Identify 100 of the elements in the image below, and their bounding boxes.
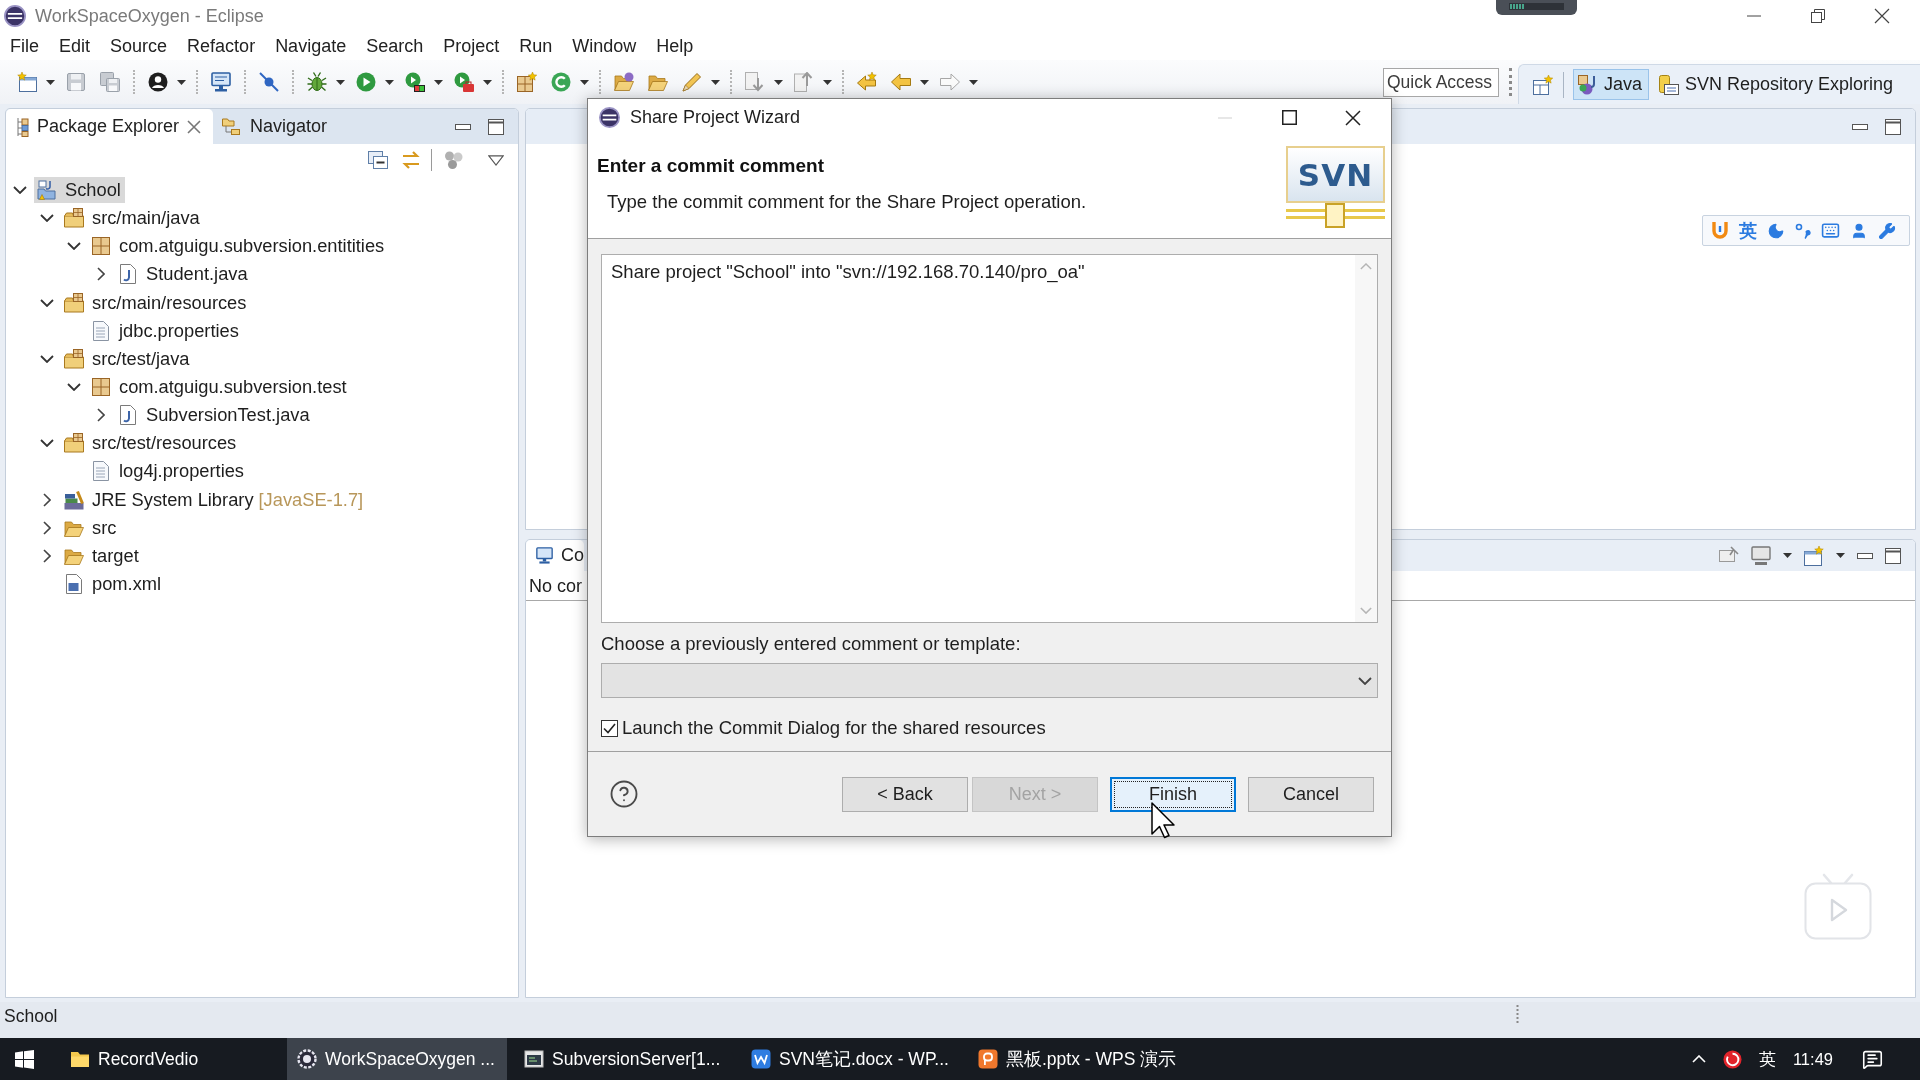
caret-icon[interactable] — [823, 79, 832, 85]
tree-item[interactable]: School — [34, 177, 125, 204]
tree-item[interactable]: src/test/java — [61, 345, 194, 372]
caret-icon[interactable] — [46, 79, 55, 85]
caret-icon[interactable] — [711, 79, 720, 85]
window-star-icon[interactable] — [1533, 74, 1553, 95]
ime-language-indicator[interactable]: 英 — [1739, 218, 1757, 243]
play-chart-icon[interactable] — [405, 72, 425, 92]
moon-icon[interactable] — [1767, 221, 1785, 240]
dialog-button[interactable]: Cancel — [1248, 776, 1374, 812]
caret-icon[interactable] — [1836, 553, 1845, 558]
tree-item[interactable]: src/test/resources — [61, 430, 241, 457]
horseshoe-icon[interactable] — [1711, 220, 1729, 241]
minimize-icon[interactable] — [1857, 551, 1873, 560]
clock-time[interactable]: 11:49 — [1792, 1049, 1833, 1069]
maximize-icon[interactable] — [1885, 118, 1901, 135]
maximize-icon[interactable] — [1885, 547, 1901, 564]
caret-icon[interactable] — [1783, 553, 1792, 558]
tree-item[interactable]: src — [61, 514, 121, 541]
close-icon[interactable] — [187, 119, 202, 134]
play-icon[interactable] — [356, 72, 376, 92]
wrench-icon[interactable] — [1878, 221, 1896, 240]
tree-item[interactable]: log4j.properties — [88, 458, 248, 485]
menu-item[interactable]: Navigate — [265, 32, 357, 60]
c-circle-icon[interactable] — [551, 72, 571, 92]
maximize-icon[interactable] — [488, 118, 504, 135]
tree-item[interactable]: com.atguigu.subversion.test — [88, 374, 351, 401]
quick-access-field[interactable]: Quick Access — [1383, 67, 1499, 97]
caret-icon[interactable] — [920, 79, 929, 85]
left-arrow-icon[interactable] — [891, 72, 911, 92]
menu-item[interactable]: Search — [356, 32, 434, 60]
package-icon[interactable] — [517, 72, 537, 92]
chevron-right-icon[interactable] — [43, 548, 51, 563]
new-window-icon[interactable] — [17, 72, 37, 92]
tree-item[interactable]: src/main/resources — [61, 289, 251, 316]
tree-item[interactable]: target — [61, 542, 143, 569]
notification-icon[interactable] — [1862, 1048, 1883, 1070]
menu-item[interactable]: Project — [433, 32, 510, 60]
chevron-down-icon[interactable] — [13, 186, 27, 195]
comment-field[interactable]: Share project "School" into "svn://192.168.70.140/pro_oa" — [601, 254, 1378, 623]
punctuation-icon[interactable] — [1795, 222, 1811, 239]
page-up-arrow-icon[interactable] — [794, 72, 814, 92]
menu-item[interactable]: Run — [509, 32, 563, 60]
chevron-right-icon[interactable] — [43, 520, 51, 535]
tree-item[interactable]: pom.xml — [61, 571, 166, 598]
chevron-right-icon[interactable] — [97, 408, 105, 423]
menu-item[interactable]: Edit — [49, 32, 101, 60]
spiral-icon[interactable] — [1722, 1049, 1742, 1069]
tree-item[interactable]: com.atguigu.subversion.entitities — [88, 233, 389, 260]
monitor-icon[interactable] — [1751, 545, 1771, 566]
caret-icon[interactable] — [336, 79, 345, 85]
chevron-right-icon[interactable] — [43, 492, 51, 507]
view-tab[interactable]: Co — [526, 540, 584, 571]
caret-icon[interactable] — [774, 79, 783, 85]
pencil-icon[interactable] — [682, 72, 702, 92]
caret-icon[interactable] — [385, 79, 394, 85]
help-icon[interactable] — [609, 779, 639, 809]
menu-item[interactable]: Source — [100, 32, 178, 60]
menu-item[interactable]: Refactor — [177, 32, 266, 60]
taskbar-button[interactable]: SVN笔记.docx - WP... — [741, 1038, 961, 1080]
input-language-indicator[interactable]: 英 — [1758, 1047, 1776, 1071]
collapse-all-icon[interactable] — [368, 150, 388, 170]
taskbar-button[interactable]: WorkSpaceOxygen ... — [287, 1038, 507, 1080]
perspective-button[interactable]: Java — [1573, 69, 1650, 100]
checkbox[interactable] — [601, 719, 618, 737]
taskbar-button[interactable]: SubversionServer[1... — [514, 1038, 734, 1080]
caret-icon[interactable] — [580, 79, 589, 85]
monitor-icon[interactable] — [211, 72, 231, 92]
taskbar-button[interactable]: RecordVedio — [60, 1038, 280, 1080]
folder-icon[interactable] — [614, 72, 634, 92]
tree-item[interactable]: SubversionTest.java — [115, 402, 314, 429]
page-down-arrow-icon[interactable] — [745, 72, 765, 92]
bug-icon[interactable] — [307, 72, 327, 92]
slashed-dot-icon[interactable] — [259, 72, 279, 92]
view-tab[interactable]: Navigator — [213, 109, 340, 144]
chevron-down-icon[interactable] — [67, 242, 81, 251]
new-window-icon[interactable] — [1804, 545, 1824, 566]
left-arrow-star-icon[interactable] — [857, 72, 877, 92]
chevron-right-icon[interactable] — [97, 267, 105, 282]
caret-icon[interactable] — [483, 79, 492, 85]
chevron-down-icon[interactable] — [40, 354, 54, 363]
keyboard-icon[interactable] — [1821, 221, 1840, 240]
chevron-down-icon[interactable] — [1358, 676, 1372, 685]
caret-icon[interactable] — [434, 79, 443, 85]
perspective-button[interactable]: SVN Repository Exploring — [1654, 69, 1901, 100]
caret-icon[interactable] — [969, 79, 978, 85]
circles-icon[interactable] — [444, 150, 464, 170]
dialog-button[interactable]: < Back — [842, 776, 968, 812]
person-icon[interactable] — [148, 72, 168, 92]
play-toolbox-icon[interactable] — [454, 72, 474, 92]
taskbar-button[interactable]: 黑板.pptx - WPS 演示 — [968, 1038, 1188, 1080]
tree-item[interactable]: JRE System Library [JavaSE-1.7] — [61, 486, 368, 513]
menu-item[interactable]: File — [0, 32, 49, 60]
caret-icon[interactable] — [177, 79, 186, 85]
menu-icon[interactable] — [488, 154, 504, 166]
tree-item[interactable]: src/main/java — [61, 205, 204, 232]
tree-item[interactable]: Student.java — [115, 261, 252, 288]
chevron-down-icon[interactable] — [67, 383, 81, 392]
menu-item[interactable]: Help — [646, 32, 704, 60]
dialog-button[interactable]: Finish — [1110, 776, 1236, 812]
